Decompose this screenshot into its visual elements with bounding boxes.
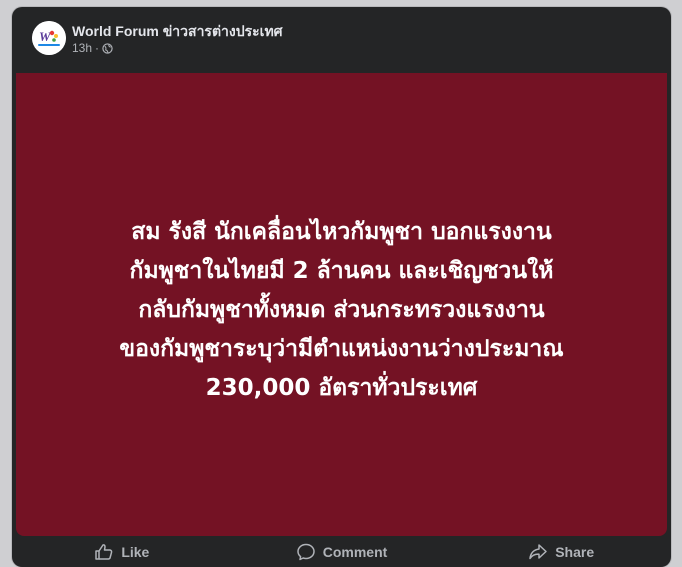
post-header: W World Forum ข่าวสารต่างประเทศ 13h · xyxy=(12,7,671,73)
facebook-post: W World Forum ข่าวสารต่างประเทศ 13h · สม… xyxy=(12,7,671,567)
post-time[interactable]: 13h xyxy=(72,41,92,55)
meta-separator: · xyxy=(95,41,100,55)
comment-icon xyxy=(296,543,315,561)
comment-button[interactable]: Comment xyxy=(232,537,452,567)
post-actions: Like Comment Share xyxy=(12,537,671,567)
page-avatar[interactable]: W xyxy=(32,21,66,55)
comment-label: Comment xyxy=(322,544,388,560)
headline-line: สม รังสี นักเคลื่อนไหวกัมพูชา บอกแรงงาน xyxy=(131,219,552,245)
globe-icon[interactable] xyxy=(102,42,113,54)
post-image[interactable]: สม รังสี นักเคลื่อนไหวกัมพูชา บอกแรงงาน … xyxy=(16,73,667,536)
world-forum-logo-icon: W xyxy=(32,21,66,55)
share-label: Share xyxy=(555,544,595,560)
headline-line: กลับกัมพูชาทั้งหมด ส่วนกระทรวงแรงงาน xyxy=(138,297,545,323)
headline-line: กัมพูชาในไทยมี 2 ล้านคน และเชิญชวนให้ xyxy=(129,258,554,284)
post-meta: 13h · xyxy=(72,41,113,55)
page-name[interactable]: World Forum ข่าวสารต่างประเทศ xyxy=(72,21,283,43)
image-headline: สม รังสี นักเคลื่อนไหวกัมพูชา บอกแรงงาน … xyxy=(16,213,667,408)
share-button[interactable]: Share xyxy=(451,537,671,567)
like-button[interactable]: Like xyxy=(12,537,232,567)
svg-text:W: W xyxy=(39,29,52,44)
share-icon xyxy=(529,544,547,560)
thumbs-up-icon xyxy=(95,544,113,560)
headline-line: ของกัมพูชาระบุว่ามีตำแหน่งงานว่างประมาณ xyxy=(119,336,564,362)
like-label: Like xyxy=(121,544,150,560)
headline-line: 230,000 อัตราทั่วประเทศ xyxy=(205,375,478,401)
